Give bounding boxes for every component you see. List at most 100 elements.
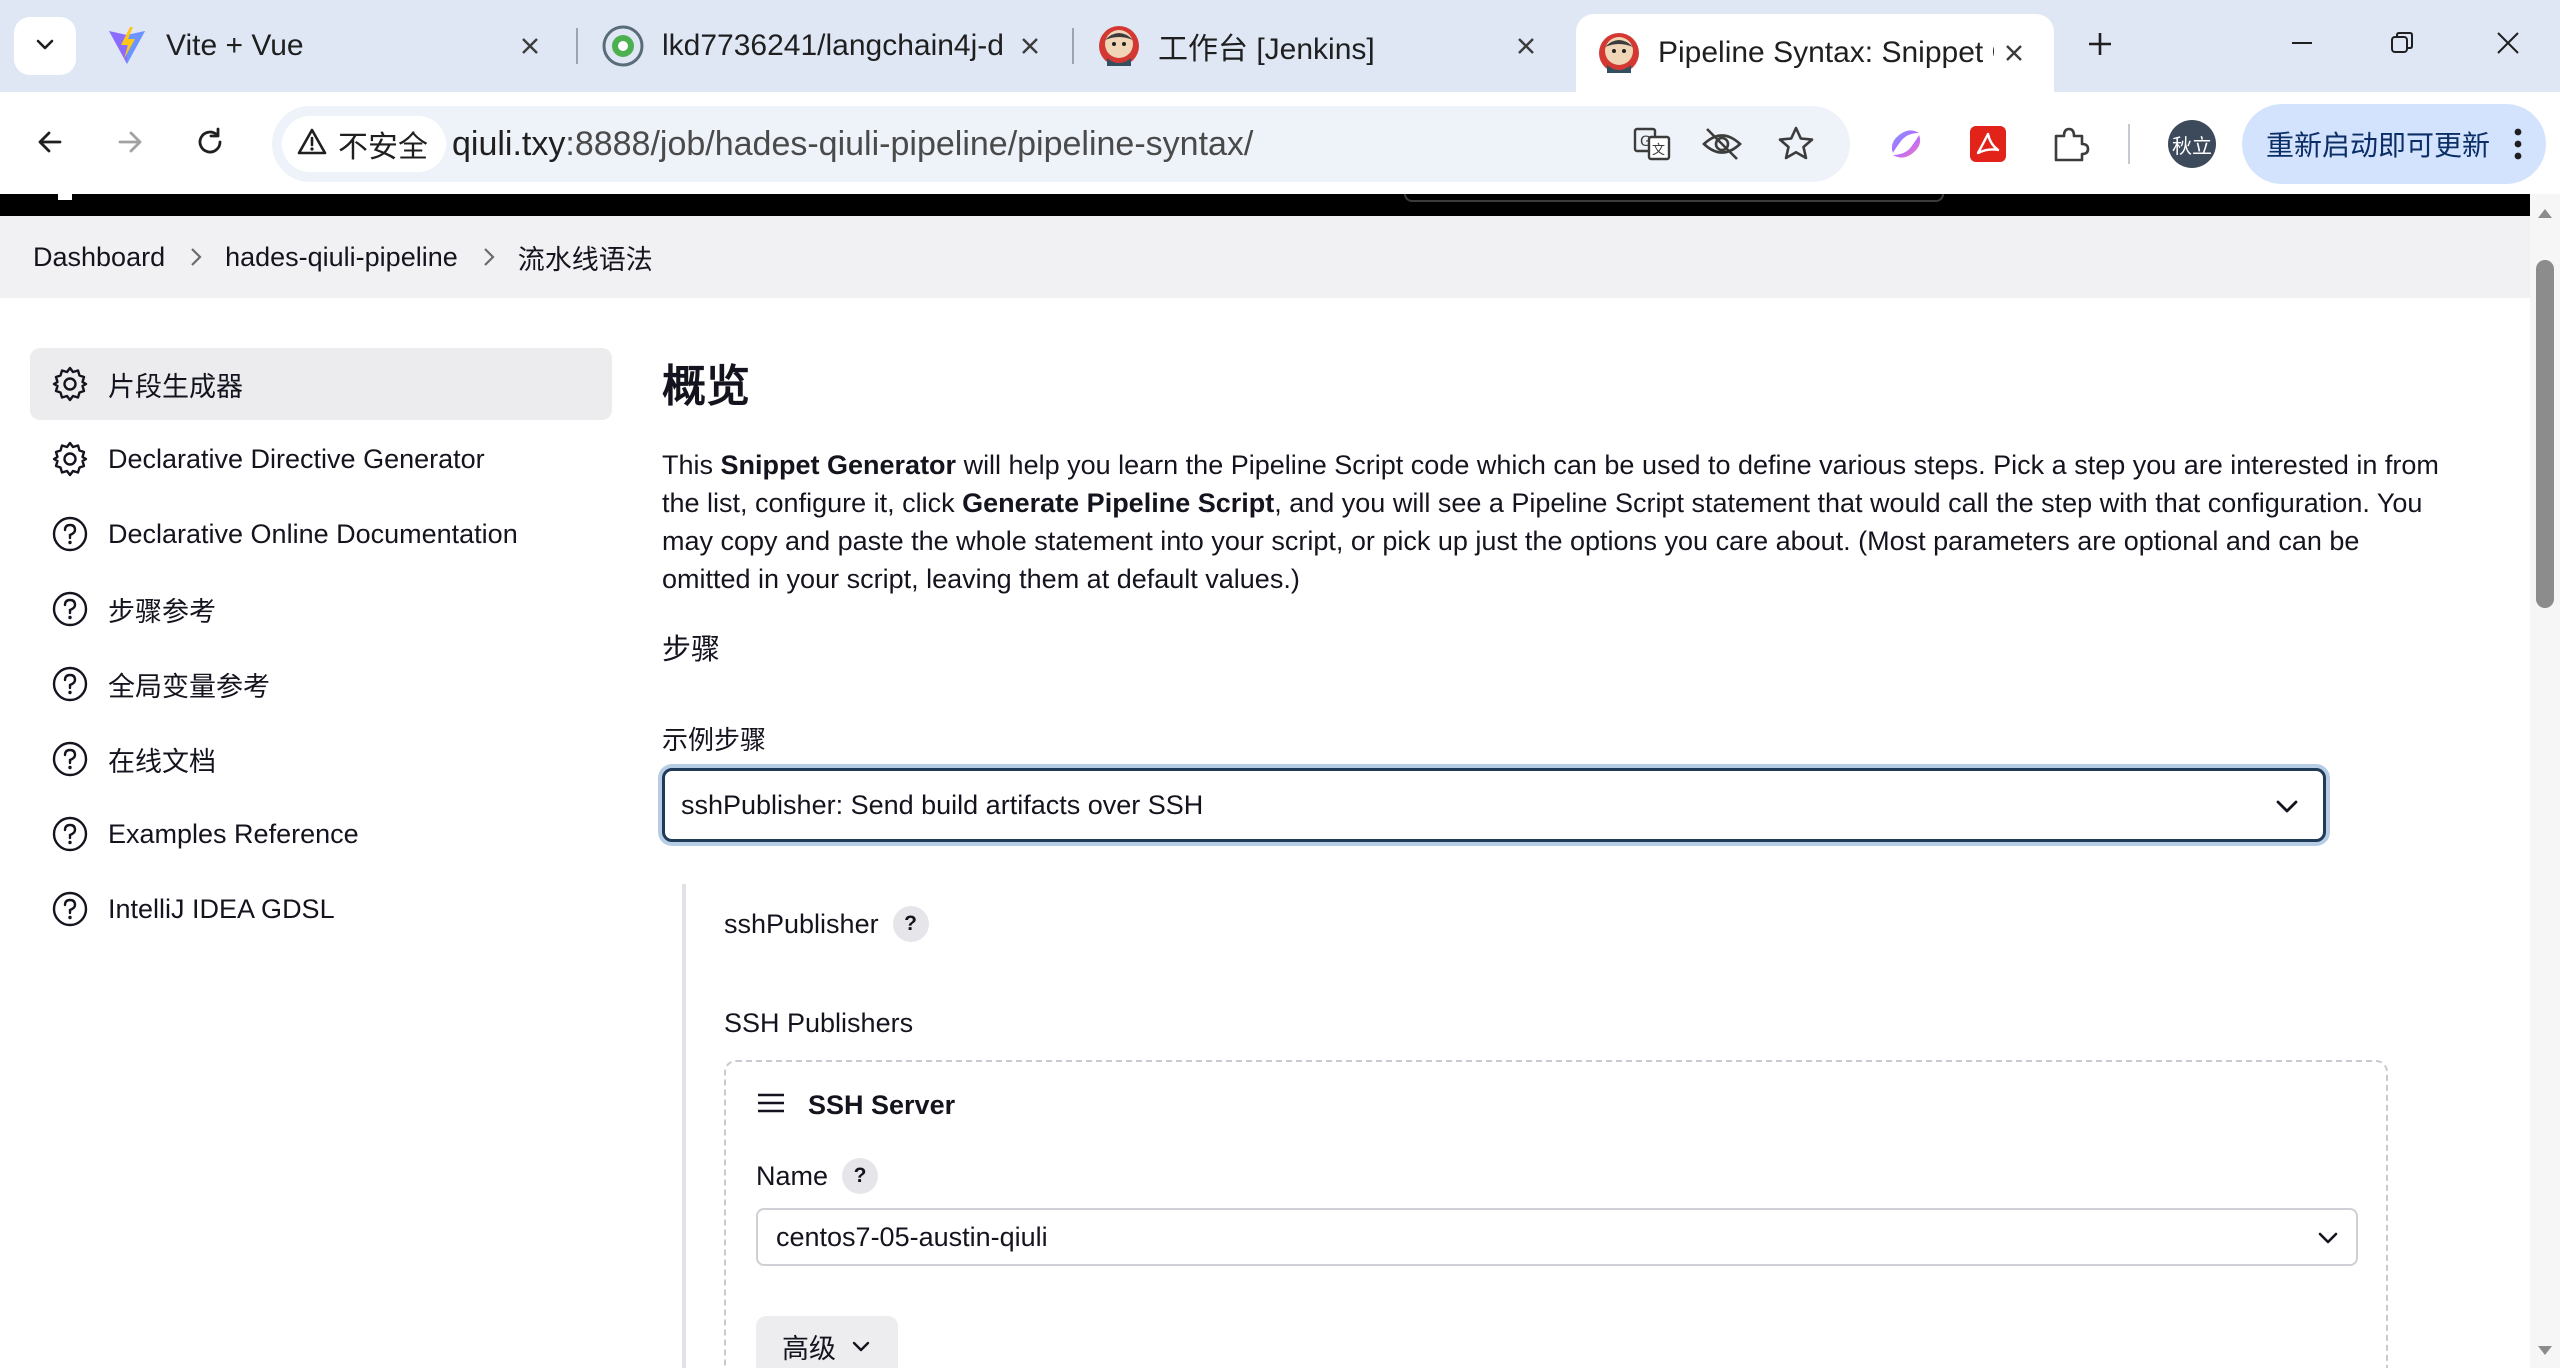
help-circle-icon — [50, 589, 90, 629]
jenkins-icon — [1596, 30, 1642, 76]
help-circle-icon — [50, 889, 90, 929]
step-name: sshPublisher ? — [724, 906, 929, 942]
close-icon[interactable] — [1010, 26, 1050, 66]
gitee-icon — [600, 23, 646, 69]
close-icon[interactable] — [1994, 33, 2034, 73]
page-scrollbar[interactable] — [2530, 194, 2560, 1368]
sidebar-item-directive-generator[interactable]: Declarative Directive Generator — [30, 423, 612, 495]
security-chip[interactable]: 不安全 — [282, 116, 446, 172]
sidebar-item-label: 全局变量参考 — [108, 671, 270, 702]
close-icon — [2494, 29, 2522, 62]
scroll-up-icon[interactable] — [2537, 206, 2553, 224]
puzzle-icon[interactable] — [2044, 118, 2096, 170]
star-icon[interactable] — [1772, 120, 1820, 168]
breadcrumb-dashboard[interactable]: Dashboard — [33, 242, 165, 273]
tab-langchain4j[interactable]: lkd7736241/langchain4j-d — [580, 14, 1070, 78]
update-label: 重新启动即可更新 — [2266, 130, 2491, 161]
sidebar-item-label: Examples Reference — [108, 818, 359, 849]
sidebar-item-online-documentation[interactable]: Declarative Online Documentation — [30, 498, 612, 570]
intro-text: This Snippet Generator will help you lea… — [662, 446, 2452, 598]
chevron-down-icon — [850, 1335, 872, 1357]
chevron-down-icon — [33, 32, 57, 61]
breadcrumb-job[interactable]: hades-qiuli-pipeline — [225, 242, 458, 273]
jenkins-logo-edge — [58, 194, 72, 200]
vite-icon — [104, 23, 150, 69]
minimize-button[interactable] — [2272, 18, 2332, 72]
url-text[interactable]: qiuli.txy:8888/job/hades-qiuli-pipeline/… — [452, 106, 1253, 182]
sidebar-item-intellij-gdsl[interactable]: IntelliJ IDEA GDSL — [30, 873, 612, 945]
sidebar-item-global-variables[interactable]: 全局变量参考 — [30, 648, 612, 720]
chevron-right-icon — [482, 246, 496, 268]
new-tab-button[interactable] — [2076, 22, 2124, 70]
sidebar-item-step-reference[interactable]: 步骤参考 — [30, 573, 612, 645]
profile-avatar[interactable]: 秋立 — [2168, 120, 2216, 168]
translate-icon[interactable]: G文 — [1628, 120, 1676, 168]
tab-search-button[interactable] — [14, 17, 76, 75]
sample-step-value: sshPublisher: Send build artifacts over … — [681, 789, 1204, 820]
sidebar-item-examples-reference[interactable]: Examples Reference — [30, 798, 612, 870]
jenkins-icon — [1096, 23, 1142, 69]
step-config-block: sshPublisher ? SSH Publishers SSH Server… — [682, 884, 2462, 1368]
sidebar-item-label: Declarative Directive Generator — [108, 443, 485, 474]
toolbar-separator — [2128, 124, 2130, 164]
breadcrumb-pipeline-syntax[interactable]: 流水线语法 — [518, 238, 653, 277]
reload-icon — [194, 126, 226, 163]
sidebar-item-label: 在线文档 — [108, 746, 216, 777]
ssh-server-name-value: centos7-05-austin-qiuli — [776, 1221, 1048, 1252]
update-button[interactable]: 重新启动即可更新 — [2242, 104, 2546, 184]
scrollbar-thumb[interactable] — [2536, 260, 2554, 608]
back-button[interactable] — [22, 116, 78, 172]
breadcrumb: Dashboard hades-qiuli-pipeline 流水线语法 — [0, 216, 2530, 298]
advanced-button[interactable]: 高级 — [756, 1316, 898, 1368]
sidebar-item-online-docs[interactable]: 在线文档 — [30, 723, 612, 795]
tab-pipeline-syntax[interactable]: Pipeline Syntax: Snippet G — [1576, 14, 2054, 92]
tab-jenkins-workbench[interactable]: 工作台 [Jenkins] — [1076, 14, 1566, 78]
help-circle-icon — [50, 814, 90, 854]
reload-button[interactable] — [182, 116, 238, 172]
tab-vite-vue[interactable]: Vite + Vue — [84, 14, 570, 78]
scroll-down-icon[interactable] — [2537, 1344, 2553, 1362]
advanced-label: 高级 — [782, 1333, 836, 1364]
help-button[interactable]: ? — [842, 1158, 879, 1194]
jenkins-search-box[interactable] — [1404, 194, 1944, 202]
sidebar-item-snippet-generator[interactable]: 片段生成器 — [30, 348, 612, 420]
ssh-server-name-select[interactable]: centos7-05-austin-qiuli — [756, 1208, 2358, 1266]
browser-tab-strip: Vite + Vue lkd7736241/langchain4j-d 工作台 … — [0, 0, 2560, 92]
sidebar-item-label: 片段生成器 — [108, 371, 243, 402]
close-icon[interactable] — [510, 26, 550, 66]
tab-title: Pipeline Syntax: Snippet G — [1658, 36, 1994, 69]
drag-handle-icon[interactable] — [756, 1092, 786, 1119]
sample-step-label: 示例步骤 — [662, 725, 767, 755]
eye-off-icon[interactable] — [1698, 120, 1746, 168]
name-label: Name — [756, 1160, 829, 1191]
chevron-down-icon — [2273, 793, 2301, 828]
sample-step-select[interactable]: sshPublisher: Send build artifacts over … — [662, 768, 2326, 842]
close-window-button[interactable] — [2478, 18, 2538, 72]
arrow-right-icon — [114, 126, 146, 163]
url-host: qiuli.txy — [452, 125, 566, 163]
restore-icon — [2388, 29, 2416, 62]
help-button[interactable]: ? — [892, 906, 929, 942]
plus-icon — [2085, 29, 2115, 64]
ssh-server-card: SSH Server Name ? centos7-05-austin-qiul… — [724, 1060, 2388, 1368]
ssh-server-header: SSH Server — [756, 1090, 955, 1121]
minimize-icon — [2288, 29, 2316, 62]
step-name-label: sshPublisher — [724, 908, 879, 939]
address-bar[interactable]: 不安全 qiuli.txy:8888/job/hades-qiuli-pipel… — [272, 106, 1850, 182]
security-label: 不安全 — [338, 131, 428, 164]
restore-button[interactable] — [2372, 18, 2432, 72]
sidebar-item-label: Declarative Online Documentation — [108, 518, 518, 549]
jenkins-header — [0, 194, 2530, 216]
chevron-down-icon — [2314, 1224, 2342, 1259]
help-circle-icon — [50, 664, 90, 704]
tab-title: 工作台 [Jenkins] — [1158, 33, 1375, 66]
tab-separator — [1072, 28, 1074, 64]
intro-bold: Snippet Generator — [720, 450, 957, 480]
sidebar-item-label: IntelliJ IDEA GDSL — [108, 893, 335, 924]
forward-button[interactable] — [102, 116, 158, 172]
intro-bold: Generate Pipeline Script — [962, 488, 1275, 518]
extension-swirl-icon[interactable] — [1880, 118, 1932, 170]
pdf-extension-icon[interactable] — [1962, 118, 2014, 170]
svg-text:文: 文 — [1652, 143, 1665, 158]
close-icon[interactable] — [1506, 26, 1546, 66]
